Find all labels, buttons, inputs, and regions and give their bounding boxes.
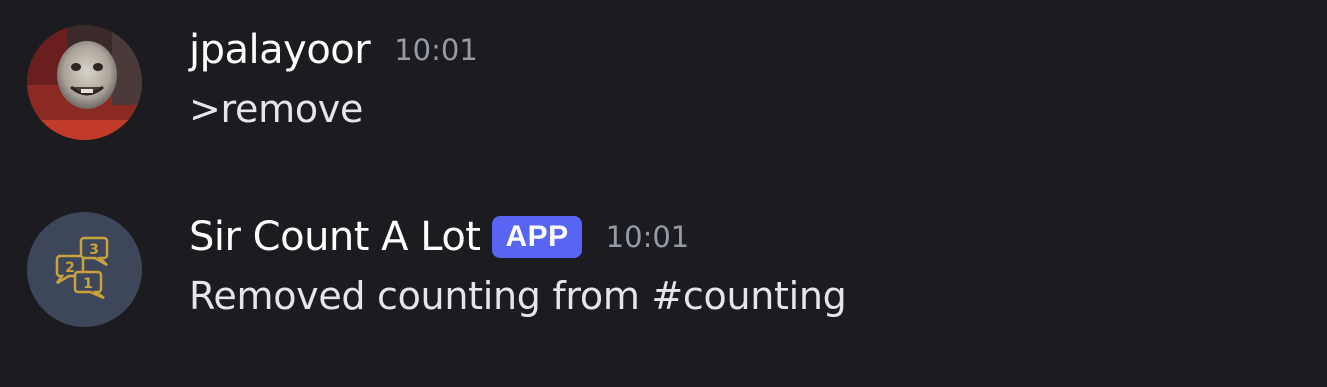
bubble-number: 3 bbox=[89, 242, 99, 258]
message-content: Removed counting from #counting bbox=[189, 274, 847, 318]
bubble-number: 2 bbox=[65, 260, 75, 276]
message-header: Sir Count A Lot APP 10:01 bbox=[189, 212, 689, 262]
train-face-avatar-icon bbox=[27, 25, 142, 140]
message-list: jpalayoor 10:01 >remove 3 2 1 Sir Count … bbox=[0, 0, 1327, 387]
user-avatar[interactable] bbox=[27, 25, 142, 140]
author-name[interactable]: Sir Count A Lot bbox=[189, 214, 481, 260]
message-header: jpalayoor 10:01 bbox=[189, 25, 478, 75]
bubble-number: 1 bbox=[83, 276, 93, 292]
author-name[interactable]: jpalayoor bbox=[189, 27, 371, 73]
app-badge: APP bbox=[492, 216, 582, 258]
numbered-speech-bubbles-icon: 3 2 1 bbox=[27, 212, 142, 327]
message-timestamp[interactable]: 10:01 bbox=[394, 33, 478, 67]
message-content: >remove bbox=[189, 87, 364, 131]
message-timestamp[interactable]: 10:01 bbox=[606, 220, 690, 254]
bot-avatar[interactable]: 3 2 1 bbox=[27, 212, 142, 327]
